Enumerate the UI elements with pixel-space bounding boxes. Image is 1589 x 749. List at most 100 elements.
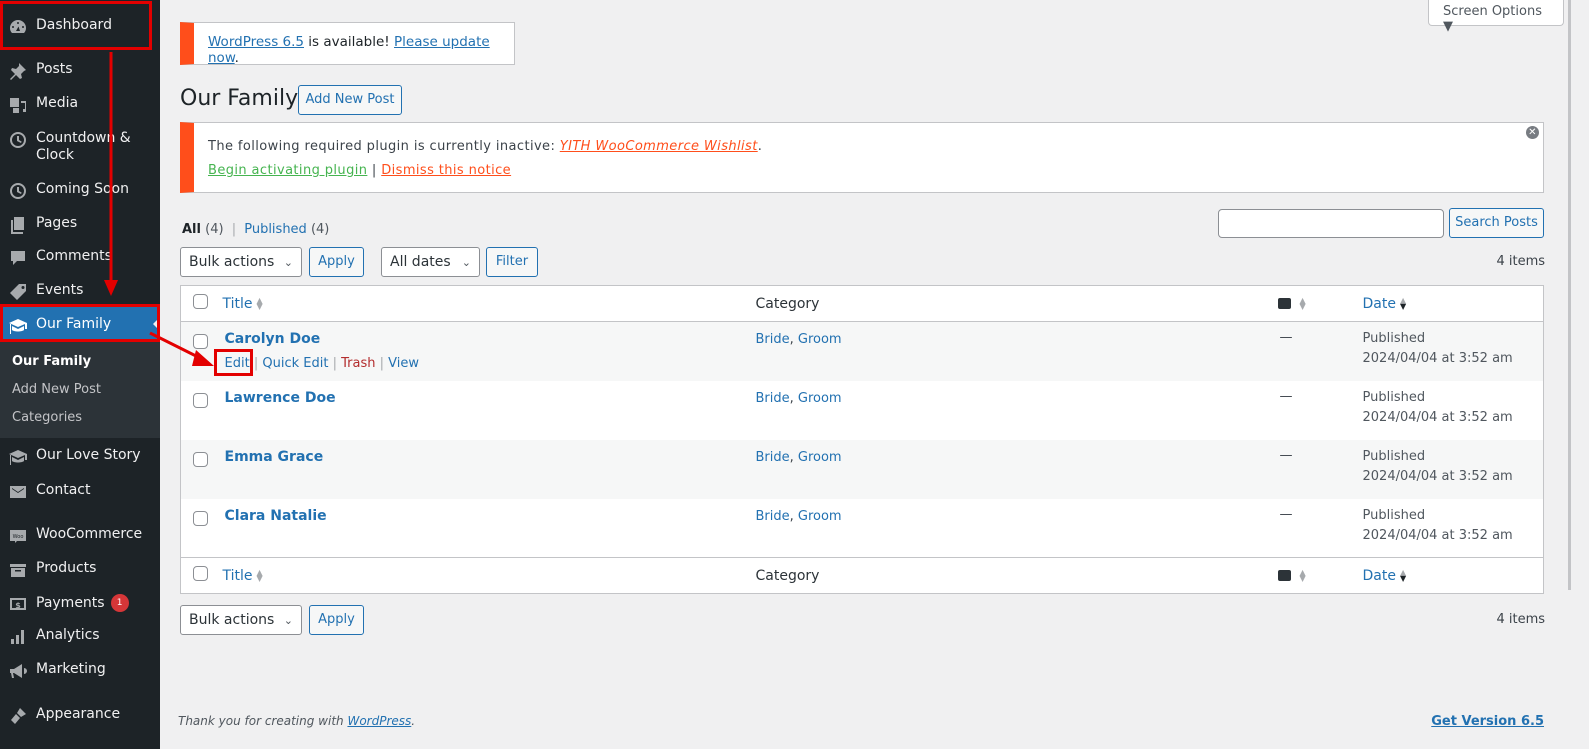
filter-published[interactable]: Published xyxy=(244,222,307,237)
wordpress-version-link[interactable]: WordPress 6.5 xyxy=(208,34,304,50)
woo-icon: Woo xyxy=(0,526,36,546)
sidebar-item-events[interactable]: Events xyxy=(0,282,160,302)
category-link[interactable]: Groom xyxy=(798,450,842,465)
dollar-icon: $ xyxy=(0,594,36,614)
row-checkbox[interactable] xyxy=(193,510,208,526)
sidebar-item-our-family[interactable]: Our Family xyxy=(0,306,160,342)
category-link[interactable]: Bride xyxy=(756,450,790,465)
view-link[interactable]: View xyxy=(388,356,419,371)
column-title-sort[interactable]: Title ▲ ▼ xyxy=(223,568,265,584)
sidebar-item-our-love-story[interactable]: Our Love Story xyxy=(0,447,160,467)
category-link[interactable]: Bride xyxy=(756,509,790,524)
comment-bubble-icon[interactable] xyxy=(1277,298,1291,309)
get-version-link[interactable]: Get Version 6.5 xyxy=(1431,714,1544,729)
comment-bubble-icon[interactable] xyxy=(1277,570,1291,581)
column-title-sort[interactable]: Title ▲ ▼ xyxy=(223,296,265,312)
sidebar-item-appearance[interactable]: Appearance xyxy=(0,706,160,726)
current-menu-pointer xyxy=(153,317,160,331)
bar-chart-icon xyxy=(0,627,36,647)
submenu-our-family[interactable]: Our Family xyxy=(12,354,91,369)
sort-arrows-icon: ▲ ▼ xyxy=(256,567,263,583)
sidebar-item-media[interactable]: Media xyxy=(0,95,160,115)
screen-options-button[interactable]: Screen Options ▼ xyxy=(1428,0,1564,34)
category-link[interactable]: Groom xyxy=(798,509,842,524)
post-title-link[interactable]: Clara Natalie xyxy=(225,508,327,524)
brush-icon xyxy=(0,706,36,726)
filter-button[interactable]: Filter xyxy=(486,247,538,277)
clock-icon xyxy=(0,130,36,150)
row-checkbox[interactable] xyxy=(193,392,208,408)
post-title-link[interactable]: Carolyn Doe xyxy=(225,331,321,347)
trash-link[interactable]: Trash xyxy=(341,356,375,371)
sidebar-item-contact[interactable]: Contact xyxy=(0,482,160,502)
sort-arrows-icon: ▲ ▼ xyxy=(256,295,263,311)
filter-all[interactable]: All xyxy=(182,222,201,237)
sidebar-item-comments[interactable]: Comments xyxy=(0,248,160,268)
megaphone-icon xyxy=(0,661,36,681)
add-new-post-button[interactable]: Add New Post xyxy=(298,85,402,115)
items-count: 4 items xyxy=(1496,254,1545,269)
bulk-actions-select-bottom[interactable]: Bulk actions ⌄ xyxy=(180,605,302,635)
media-icon xyxy=(0,95,36,115)
table-row: Carolyn Doe Edit | Quick Edit | Trash | … xyxy=(180,321,1544,381)
submenu-categories[interactable]: Categories xyxy=(12,410,82,425)
wordpress-link[interactable]: WordPress xyxy=(347,714,411,728)
quick-edit-link[interactable]: Quick Edit xyxy=(262,356,328,371)
pages-icon xyxy=(0,215,36,235)
sidebar-item-payments[interactable]: $ Payments 1 xyxy=(0,594,160,614)
sidebar-item-analytics[interactable]: Analytics xyxy=(0,627,160,647)
table-row: Clara Natalie Bride, Groom — Published 20… xyxy=(181,499,1544,558)
close-icon[interactable]: ✕ xyxy=(1526,126,1539,139)
sidebar-item-products[interactable]: Products xyxy=(0,560,160,580)
category-link[interactable]: Groom xyxy=(798,332,842,347)
sidebar-item-dashboard[interactable]: Dashboard xyxy=(0,17,160,37)
edit-link[interactable]: Edit xyxy=(225,356,250,371)
pin-icon xyxy=(0,61,36,81)
dates-select[interactable]: All dates ⌄ xyxy=(381,247,480,277)
select-all-checkbox[interactable] xyxy=(193,566,208,581)
page-title: Our Family xyxy=(180,86,299,111)
sidebar-item-countdown-clock[interactable]: Countdown & Clock xyxy=(0,130,160,164)
footer-thanks: Thank you for creating with WordPress. xyxy=(178,714,416,728)
chevron-down-icon: ⌄ xyxy=(461,256,471,269)
sidebar-item-pages[interactable]: Pages xyxy=(0,215,160,235)
bulk-actions-select[interactable]: Bulk actions ⌄ xyxy=(180,247,302,277)
plugin-link[interactable]: YITH WooCommerce Wishlist xyxy=(560,139,758,154)
payments-badge: 1 xyxy=(110,594,129,612)
row-checkbox[interactable] xyxy=(193,451,208,467)
sort-arrows-icon: ▲ ▼ xyxy=(1399,567,1407,583)
table-row: Emma Grace Bride, Groom — Published 2024/… xyxy=(180,439,1544,499)
update-notice: WordPress 6.5 is available! Please updat… xyxy=(180,22,515,66)
apply-button-bottom[interactable]: Apply xyxy=(309,605,364,635)
row-actions: Edit | Quick Edit | Trash | View xyxy=(224,356,420,371)
sidebar-item-marketing[interactable]: Marketing xyxy=(0,661,160,681)
row-checkbox[interactable] xyxy=(193,334,208,349)
search-input[interactable] xyxy=(1218,209,1444,238)
submenu-add-new-post[interactable]: Add New Post xyxy=(12,382,101,397)
post-status: Published xyxy=(1362,389,1426,405)
comments-count: — xyxy=(1279,388,1293,404)
admin-sidebar: Dashboard Posts Media Countdown & Clock … xyxy=(0,0,160,749)
comment-icon xyxy=(0,248,36,268)
column-date-sort[interactable]: Date ▲ ▼ xyxy=(1363,296,1408,312)
category-link[interactable]: Bride xyxy=(756,391,790,406)
sidebar-item-woocommerce[interactable]: Woo WooCommerce xyxy=(0,526,160,546)
svg-text:$: $ xyxy=(15,601,21,610)
dismiss-notice-link[interactable]: Dismiss this notice xyxy=(381,163,511,178)
comments-count: — xyxy=(1279,330,1293,345)
select-all-checkbox[interactable] xyxy=(193,294,208,309)
post-title-link[interactable]: Lawrence Doe xyxy=(225,390,336,406)
column-category: Category xyxy=(755,557,1280,594)
post-title-link[interactable]: Emma Grace xyxy=(225,449,324,465)
apply-button[interactable]: Apply xyxy=(309,247,364,277)
search-posts-button[interactable]: Search Posts xyxy=(1449,208,1544,238)
table-row: Lawrence Doe Bride, Groom — Published 202… xyxy=(181,381,1544,440)
begin-activating-link[interactable]: Begin activating plugin xyxy=(208,163,367,178)
scrollbar[interactable] xyxy=(1568,0,1571,590)
category-link[interactable]: Bride xyxy=(756,332,790,347)
graduation-cap-icon xyxy=(0,447,36,467)
category-link[interactable]: Groom xyxy=(798,391,842,406)
sidebar-item-coming-soon[interactable]: Coming Soon xyxy=(0,181,160,201)
sidebar-item-posts[interactable]: Posts xyxy=(0,61,160,81)
column-date-sort[interactable]: Date ▲ ▼ xyxy=(1363,568,1408,584)
